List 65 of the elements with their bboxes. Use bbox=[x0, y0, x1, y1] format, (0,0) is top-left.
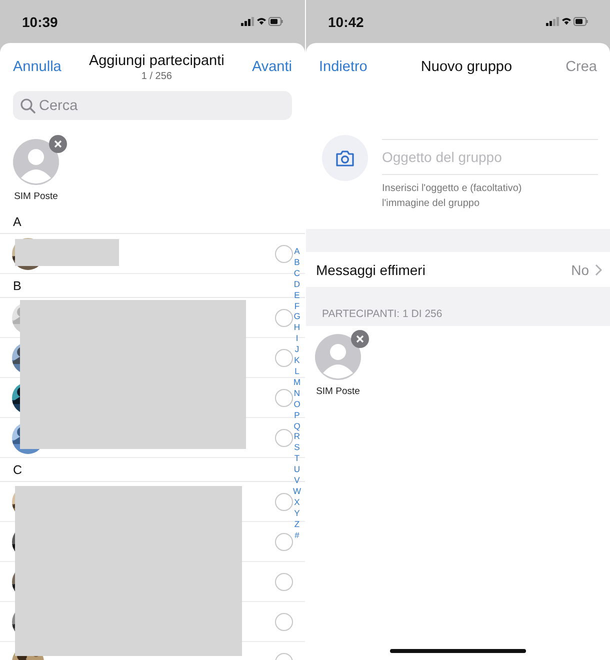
index-letter[interactable]: B bbox=[294, 256, 300, 268]
setting-value: No bbox=[571, 262, 589, 278]
index-letter[interactable]: # bbox=[294, 530, 300, 540]
contact-name: SIM Poste bbox=[316, 386, 360, 397]
selection-circle[interactable] bbox=[275, 612, 293, 630]
index-letter[interactable]: F bbox=[294, 300, 300, 312]
hint-text: Inserisci l'oggetto e (facoltativo) l'immagine del gruppo bbox=[382, 182, 522, 211]
contact-name: SIM Poste bbox=[14, 191, 58, 202]
selection-circle[interactable] bbox=[275, 572, 293, 590]
selection-circle[interactable] bbox=[275, 244, 293, 262]
section-letter: C bbox=[13, 463, 22, 477]
index-letter[interactable]: V bbox=[294, 475, 300, 486]
index-letter[interactable]: E bbox=[294, 290, 300, 301]
camera-button[interactable] bbox=[322, 135, 368, 181]
section-header: PARTECIPANTI: 1 DI 256 bbox=[322, 308, 442, 320]
index-letter[interactable]: D bbox=[294, 278, 300, 290]
selection-circle[interactable] bbox=[275, 348, 293, 366]
index-letter[interactable]: Y bbox=[294, 508, 300, 519]
index-letter[interactable]: N bbox=[294, 388, 300, 399]
selection-circle[interactable] bbox=[275, 492, 293, 510]
ephemeral-messages-row[interactable]: Messaggi effimeri No bbox=[306, 252, 610, 287]
index-letter[interactable]: P bbox=[294, 410, 300, 420]
index-letter[interactable]: X bbox=[294, 496, 300, 508]
screen-title: Aggiungi partecipanti bbox=[88, 52, 224, 68]
search-field[interactable]: Cerca bbox=[13, 91, 292, 120]
index-letter[interactable]: L bbox=[294, 366, 300, 377]
status-time: 10:39 bbox=[22, 14, 58, 30]
index-letter[interactable]: S bbox=[294, 442, 300, 454]
next-button[interactable]: Avanti bbox=[252, 59, 292, 75]
index-letter[interactable]: K bbox=[294, 355, 300, 366]
screen-title: Nuovo gruppo bbox=[420, 59, 512, 75]
remove-icon[interactable] bbox=[49, 135, 67, 153]
index-letter[interactable]: Z bbox=[294, 518, 300, 530]
status-icons bbox=[241, 16, 283, 27]
avatar-placeholder-icon bbox=[13, 139, 59, 185]
section-letter: A bbox=[13, 215, 22, 229]
index-letter[interactable]: C bbox=[294, 268, 300, 279]
selection-circle[interactable] bbox=[275, 428, 293, 446]
status-time: 10:42 bbox=[328, 14, 364, 30]
index-letter[interactable]: Q bbox=[294, 420, 300, 432]
selection-circle[interactable] bbox=[275, 388, 293, 406]
selection-count: 1 / 256 bbox=[141, 70, 172, 82]
avatar-placeholder-icon bbox=[315, 334, 361, 380]
status-icons bbox=[546, 16, 588, 27]
index-letter[interactable]: T bbox=[294, 453, 300, 464]
selection-circle[interactable] bbox=[275, 532, 293, 550]
search-icon bbox=[20, 98, 36, 114]
index-letter[interactable]: G bbox=[294, 311, 300, 322]
back-button[interactable]: Indietro bbox=[319, 59, 368, 75]
remove-icon[interactable] bbox=[351, 330, 369, 348]
index-letter[interactable]: A bbox=[294, 246, 300, 257]
index-letter[interactable]: H bbox=[294, 322, 300, 334]
selection-circle[interactable] bbox=[275, 308, 293, 326]
chevron-icon bbox=[595, 264, 602, 276]
index-letter[interactable]: I bbox=[296, 333, 298, 344]
index-letter[interactable]: W bbox=[292, 486, 302, 497]
cancel-button[interactable]: Annulla bbox=[13, 59, 62, 75]
index-letter[interactable]: M bbox=[293, 376, 301, 388]
index-letter[interactable]: O bbox=[294, 398, 300, 410]
index-letter[interactable]: R bbox=[294, 431, 300, 442]
camera-icon bbox=[335, 150, 355, 166]
index-letter[interactable]: J bbox=[294, 344, 300, 356]
section-letter: B bbox=[13, 279, 22, 293]
setting-label: Messaggi effimeri bbox=[316, 262, 426, 278]
index-letter[interactable]: U bbox=[294, 464, 300, 476]
